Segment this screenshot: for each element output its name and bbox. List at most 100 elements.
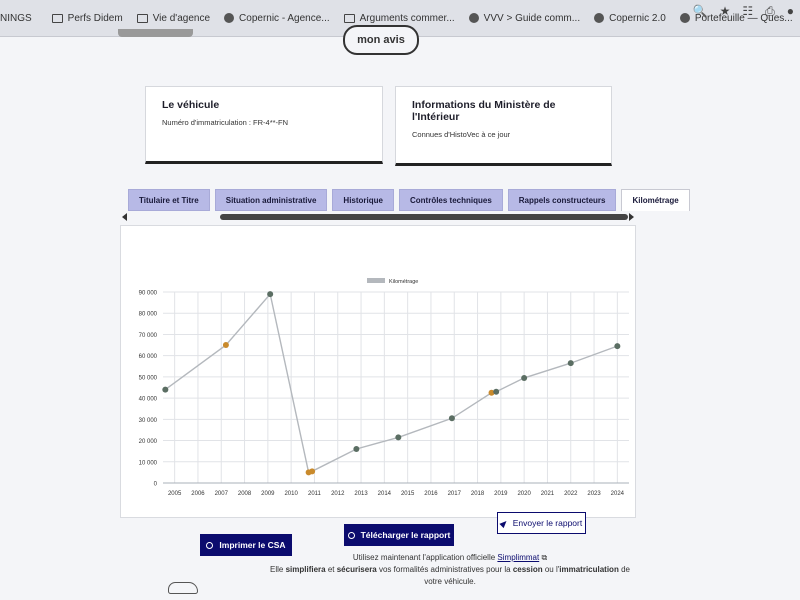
bookmark-item[interactable]: Vie d'agence [136, 12, 211, 24]
send-arrow-icon [499, 518, 509, 528]
x-tick-label: 2014 [378, 491, 392, 497]
y-tick-label: 30 000 [139, 418, 158, 424]
bookmark-label: Arguments commer... [359, 12, 455, 24]
tab-kilometrage[interactable]: Kilométrage [621, 189, 690, 211]
data-point [353, 446, 360, 453]
x-tick-label: 2007 [215, 491, 229, 497]
data-point [222, 342, 229, 349]
folder-icon [51, 13, 63, 23]
mileage-chart-panel: 0 10 000 20 000 30 000 40 000 50 000 60 000 70 … [120, 225, 636, 518]
tab-titulaire-et-titre[interactable]: Titulaire et Titre [128, 189, 210, 211]
promo-line-3: votre véhicule. [424, 577, 476, 586]
bookmark-item[interactable]: Perfs Didem [51, 12, 123, 24]
data-point [267, 291, 274, 298]
bookmark-label: Vie d'agence [152, 12, 211, 24]
star-icon[interactable]: ★ [720, 4, 731, 19]
bookmark-item[interactable]: NINGS [0, 13, 32, 24]
tab-controles-techniques[interactable]: Contrôles techniques [398, 189, 503, 211]
site-icon [679, 13, 690, 23]
bookmark-label: Copernic 2.0 [609, 12, 666, 24]
print-csa-label: Imprimer le CSA [219, 540, 286, 550]
tab-situation-administrative[interactable]: Situation administrative [214, 189, 328, 211]
bookmark-item[interactable]: Arguments commer... [343, 12, 455, 24]
bookmark-label: Perfs Didem [67, 12, 123, 24]
send-report-label: Envoyer le rapport [512, 518, 583, 528]
x-tick-label: 2022 [564, 491, 578, 497]
ministry-card-subtitle: Connues d'HistoVec à ce jour [412, 130, 511, 139]
page-content: mon avis Le véhicule Numéro d'immatricul… [0, 25, 800, 600]
x-tick-label: 2006 [191, 491, 205, 497]
x-tick-label: 2008 [238, 491, 252, 497]
data-point [493, 388, 500, 395]
x-tick-label: 2015 [401, 491, 415, 497]
external-link-icon: ⧉ [541, 553, 548, 562]
bookmark-item[interactable]: Copernic 2.0 [594, 13, 666, 24]
data-point [448, 415, 455, 422]
x-tick-label: 2016 [424, 491, 438, 497]
y-tick-label: 70 000 [139, 333, 158, 339]
tab-historique[interactable]: Historique [332, 189, 394, 211]
x-tick-label: 2017 [448, 491, 462, 497]
header-car-image [118, 29, 193, 37]
x-tick-label: 2018 [471, 491, 485, 497]
download-report-label: Télécharger le rapport [360, 530, 451, 540]
tab-rappels-constructeurs[interactable]: Rappels constructeurs [507, 189, 617, 211]
y-tick-label: 80 000 [139, 312, 158, 318]
x-tick-label: 2005 [168, 491, 182, 497]
y-tick-label: 10 000 [139, 460, 158, 466]
site-icon [468, 13, 479, 23]
series-line [164, 292, 618, 474]
legend-swatch [367, 278, 385, 283]
tab-scrollbar[interactable] [120, 213, 636, 222]
vehicle-card-title: Le véhicule [162, 99, 220, 111]
y-tick-label: 50 000 [139, 375, 158, 381]
data-point [395, 434, 402, 441]
x-tick-label: 2019 [494, 491, 508, 497]
report-tabs: Titulaire et Titre Situation administrati… [128, 189, 690, 211]
x-tick-label: 2021 [541, 491, 555, 497]
data-point [309, 468, 316, 475]
x-tick-label: 2010 [284, 491, 298, 497]
download-icon [347, 531, 355, 539]
x-tick-label: 2011 [308, 491, 322, 497]
site-icon [594, 13, 605, 23]
scroll-right-arrow-icon[interactable] [629, 213, 634, 221]
y-tick-label: 60 000 [139, 354, 158, 360]
print-icon[interactable]: ⎙ [765, 4, 775, 19]
data-point [162, 386, 169, 393]
y-tick-label: 20 000 [139, 439, 158, 445]
x-tick-label: 2023 [587, 491, 601, 497]
data-point [567, 360, 574, 367]
bookmark-label: Copernic - Agence... [239, 12, 330, 24]
simplimmat-link[interactable]: Simplimmat [497, 553, 539, 562]
profile-icon[interactable]: ● [787, 4, 794, 19]
x-tick-label: 2013 [354, 491, 368, 497]
header-logo[interactable]: mon avis [343, 25, 419, 55]
ministry-card-title: Informations du Ministère de l'Intérieur [412, 99, 556, 123]
folder-icon [136, 13, 148, 23]
car-icon [168, 582, 198, 594]
data-point [521, 374, 528, 381]
site-icon [224, 13, 235, 23]
bookmark-label: VVV > Guide comm... [483, 12, 581, 24]
promo-line-1: Utilisez maintenant l'application offici… [352, 553, 548, 562]
y-tick-label: 90 000 [139, 291, 158, 297]
scrollbar-thumb[interactable] [220, 214, 628, 220]
simplimmat-promo: Utilisez maintenant l'application offici… [250, 552, 650, 588]
print-icon [206, 541, 214, 549]
ministry-card: Informations du Ministère de l'Intérieur… [395, 86, 612, 166]
extensions-icon[interactable]: ☷ [742, 4, 753, 19]
scroll-left-arrow-icon[interactable] [122, 213, 127, 221]
send-report-button[interactable]: Envoyer le rapport [497, 512, 586, 534]
bookmark-item[interactable]: VVV > Guide comm... [468, 12, 581, 24]
y-tick-label: 0 [154, 482, 158, 488]
promo-line-2: Elle simplifiera et sécurisera vos forma… [270, 565, 630, 574]
mileage-chart: 0 10 000 20 000 30 000 40 000 50 000 60 000 70 … [139, 278, 629, 497]
x-tick-label: 2012 [331, 491, 345, 497]
browser-toolbar-icons: 🔍 ★ ☷ ⎙ ● [693, 4, 794, 19]
bookmark-item[interactable]: Copernic - Agence... [224, 13, 330, 24]
bookmark-label: NINGS [0, 12, 32, 24]
vehicle-plate: Numéro d'immatriculation : FR-4**-FN [162, 118, 289, 127]
download-report-button[interactable]: Télécharger le rapport [344, 524, 454, 546]
zoom-icon[interactable]: 🔍 [693, 4, 708, 19]
